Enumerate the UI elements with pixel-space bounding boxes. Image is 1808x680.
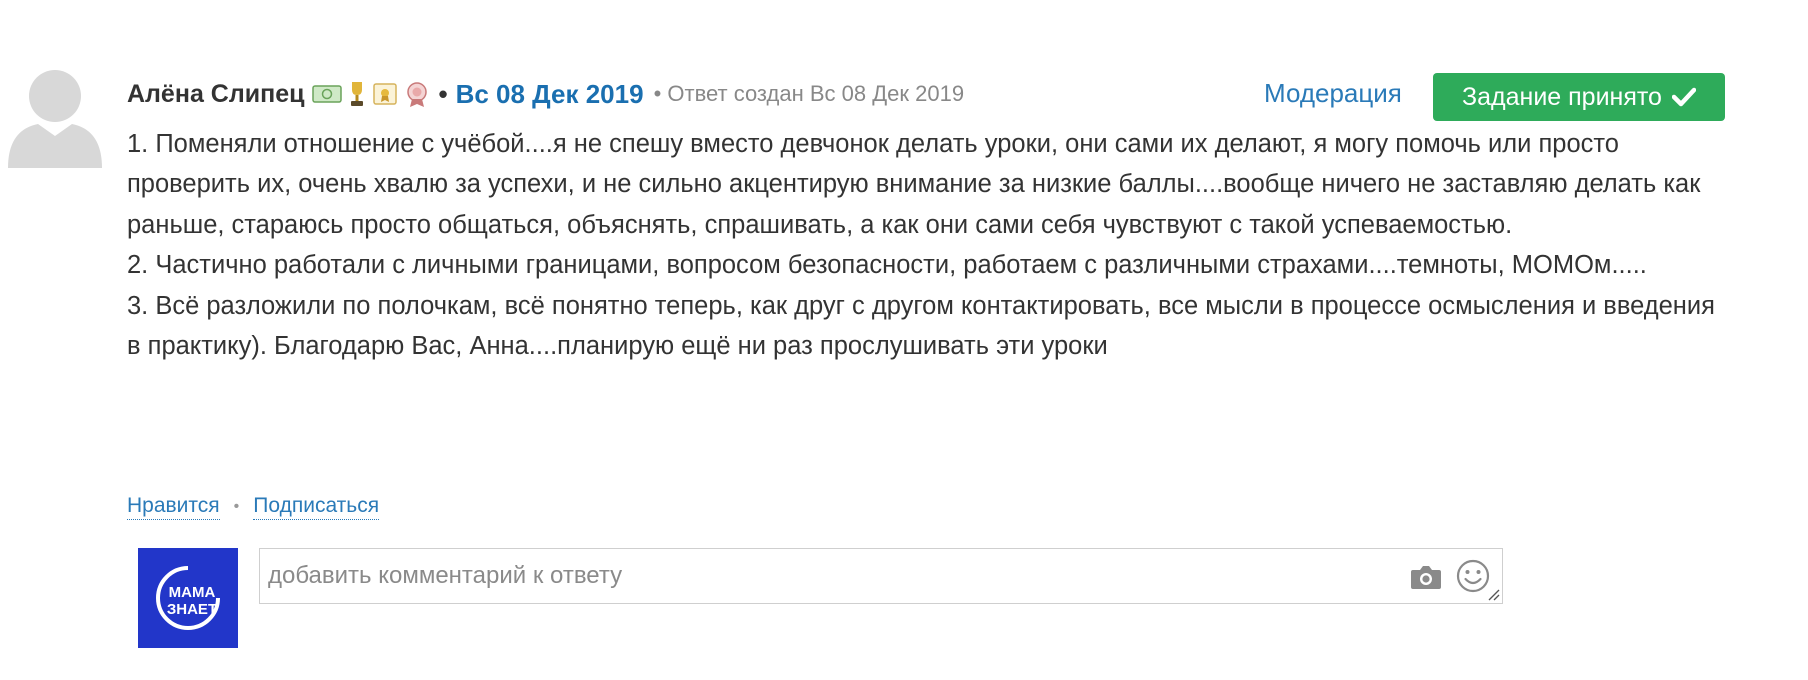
certificate-badge-icon[interactable]	[372, 81, 398, 107]
subscribe-link[interactable]: Подписаться	[253, 494, 380, 520]
actions-separator: •	[233, 498, 240, 515]
user-avatar[interactable]	[8, 64, 102, 168]
task-accepted-label: Задание принято	[1462, 82, 1662, 111]
badge-group	[312, 80, 430, 108]
answer-paragraph-3: 3. Всё разложили по полочкам, всё понятн…	[127, 291, 1715, 361]
header-separator: •	[438, 78, 448, 109]
svg-text:ЗНАЕТ: ЗНАЕТ	[167, 601, 217, 618]
resize-handle-icon[interactable]	[1486, 587, 1500, 601]
moderation-link[interactable]: Модерация	[1264, 78, 1402, 109]
brand-avatar[interactable]: МАМА ЗНАЕТ	[138, 548, 238, 648]
smiley-icon[interactable]	[1456, 559, 1490, 593]
post-actions: Нравится • Подписаться	[127, 494, 380, 520]
answer-paragraph-2: 2. Частично работали с личными границами…	[127, 251, 1647, 280]
answer-paragraph-1: 1. Поменяли отношение с учёбой....я не с…	[127, 130, 1701, 239]
comment-input[interactable]	[268, 549, 1388, 603]
camera-icon[interactable]	[1410, 563, 1442, 591]
like-link[interactable]: Нравится	[127, 494, 220, 520]
comment-box	[259, 548, 1503, 604]
checkmark-icon	[1671, 87, 1696, 107]
author-name[interactable]: Алёна Слипец	[127, 80, 304, 109]
post-date-link[interactable]: Вс 08 Дек 2019	[456, 79, 644, 110]
created-meta: • Ответ создан Вс 08 Дек 2019	[653, 81, 965, 106]
task-accepted-button[interactable]: Задание принято	[1433, 73, 1725, 121]
answer-text: 1. Поменяли отношение с учёбой....я не с…	[127, 124, 1727, 366]
post-header: Алёна Слипец • Вс 08 Дек 2019 • Ответ со…	[127, 76, 964, 112]
trophy-badge-icon[interactable]	[348, 80, 366, 108]
money-badge-icon[interactable]	[312, 84, 343, 104]
medal-badge-icon[interactable]	[404, 80, 430, 108]
svg-text:МАМА: МАМА	[169, 584, 216, 601]
brand-logo-text: МАМА ЗНАЕТ	[167, 584, 217, 618]
